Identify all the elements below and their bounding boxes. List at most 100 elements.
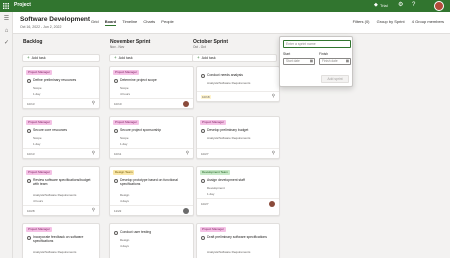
start-date-placeholder: Start date	[286, 59, 300, 63]
divider	[23, 148, 99, 149]
complete-checkbox[interactable]	[201, 179, 205, 183]
checkmark-icon[interactable]: ✓	[3, 40, 10, 47]
task-card[interactable]: Project Manager Secure core resources Sc…	[22, 116, 100, 159]
column-dates: Nov - Nov	[110, 45, 125, 49]
view-tabs: Grid Board Timeline Charts People	[91, 19, 179, 26]
due-date: 10/28	[27, 209, 35, 213]
user-avatar[interactable]	[434, 1, 444, 11]
finish-date-field[interactable]: Finish date ▦	[319, 58, 351, 65]
task-card[interactable]: Project Manager Incorporate feedback on …	[22, 223, 100, 258]
task-title: Secure project sponsorship	[120, 128, 162, 132]
complete-checkbox[interactable]	[27, 129, 31, 133]
column-dates: Oct - Oct	[193, 45, 206, 49]
tab-grid[interactable]: Grid	[91, 19, 99, 24]
task-bucket: Design	[120, 193, 130, 197]
task-title: Conduct user testing	[120, 230, 152, 234]
complete-checkbox[interactable]	[114, 79, 118, 83]
divider	[23, 98, 99, 99]
task-title: Define preliminary resources	[33, 78, 77, 82]
divider	[23, 205, 99, 206]
task-duration: 1 day	[207, 192, 215, 196]
app-title: Project	[14, 2, 31, 8]
divider	[110, 148, 193, 149]
assign-icon[interactable]: ⚲	[92, 207, 95, 213]
task-card[interactable]: Project Manager Determine project scope …	[109, 66, 194, 109]
label-tag: Project Manager	[200, 227, 227, 232]
task-bucket: Design	[120, 238, 130, 242]
label-tag: Project Manager	[200, 120, 227, 125]
add-task-button[interactable]: + Add task	[109, 54, 194, 62]
add-task-button[interactable]: + Add task	[22, 54, 100, 62]
task-card[interactable]: Project Manager Review software specific…	[22, 166, 100, 216]
assign-icon[interactable]: ⚲	[92, 150, 95, 156]
board: Backlog + Add task Project Manager Define…	[13, 35, 450, 258]
tab-people[interactable]: People	[161, 19, 173, 24]
tab-board[interactable]: Board	[104, 19, 117, 26]
task-title: Incorporate feedback on software specifi…	[33, 235, 84, 244]
due-date: 10/10	[114, 102, 122, 106]
tab-charts[interactable]: Charts	[143, 19, 155, 24]
task-card[interactable]: Project Manager Define preliminary resou…	[22, 66, 100, 109]
group-by-button[interactable]: Group by Sprint	[377, 19, 405, 24]
assignee-avatar[interactable]	[269, 201, 275, 207]
complete-checkbox[interactable]	[114, 129, 118, 133]
assignee-avatar[interactable]	[183, 208, 189, 214]
label-tag: Development Team	[200, 170, 230, 175]
complete-checkbox[interactable]	[201, 236, 205, 240]
task-bucket: Analysis/Software Requirements	[207, 81, 251, 85]
help-icon[interactable]: ?	[412, 2, 415, 9]
divider	[110, 98, 193, 99]
home-icon[interactable]: ⌂	[3, 28, 10, 35]
due-date: 10/18	[201, 95, 211, 99]
task-card[interactable]: Project Manager Secure project sponsorsh…	[109, 116, 194, 159]
calendar-icon[interactable]: ▦	[346, 59, 349, 64]
complete-checkbox[interactable]	[114, 179, 118, 183]
start-label: Start	[283, 52, 291, 56]
complete-checkbox[interactable]	[114, 231, 118, 235]
task-card[interactable]: Design Team Develop prototype based on f…	[109, 166, 194, 216]
complete-checkbox[interactable]	[27, 236, 31, 240]
assign-icon[interactable]: ⚲	[92, 100, 95, 106]
add-task-button[interactable]: + Add task	[192, 54, 277, 62]
assign-icon[interactable]: ⚲	[186, 150, 189, 156]
task-card[interactable]: Project Manager Develop preliminary budg…	[196, 116, 280, 159]
calendar-icon[interactable]: ▦	[310, 59, 313, 64]
due-date: 10/27	[201, 152, 209, 156]
menu-icon[interactable]: ☰	[3, 16, 10, 23]
members-button[interactable]: 4 Group members	[412, 19, 444, 24]
assignee-avatar[interactable]	[183, 101, 189, 107]
task-bucket: Analysis/Software Requirements	[33, 250, 77, 254]
task-card[interactable]: Development Team Assign development staf…	[196, 166, 280, 216]
task-duration: 1 day	[33, 142, 41, 146]
assign-icon[interactable]: ⚲	[272, 93, 275, 99]
divider	[197, 91, 279, 92]
label-tag: Project Manager	[113, 120, 140, 125]
complete-checkbox[interactable]	[27, 179, 31, 183]
plus-icon: +	[27, 55, 30, 60]
plan-name[interactable]: Software Development	[20, 16, 90, 23]
add-task-label: Add task	[118, 56, 133, 60]
complete-checkbox[interactable]	[201, 74, 205, 78]
start-date-field[interactable]: Start date ▦	[283, 58, 315, 65]
filters-button[interactable]: Filters (0)	[353, 19, 370, 24]
assign-icon[interactable]: ⚲	[272, 150, 275, 156]
complete-checkbox[interactable]	[27, 79, 31, 83]
due-date: 10/27	[201, 202, 209, 206]
task-card[interactable]: Project Manager Draft preliminary softwa…	[196, 223, 280, 258]
divider	[197, 198, 279, 199]
task-bucket: Scope	[120, 86, 129, 90]
task-duration: 4 days	[120, 199, 129, 203]
trial-link[interactable]: Trial	[380, 3, 388, 8]
add-sprint-button[interactable]: Add sprint	[321, 75, 349, 83]
sprint-name-input[interactable]: Enter a sprint name	[283, 40, 351, 48]
label-tag: Project Manager	[26, 170, 53, 175]
task-card[interactable]: Conduct needs analysis Analysis/Software…	[196, 66, 280, 102]
app-launcher-icon[interactable]	[3, 3, 9, 9]
finish-label: Finish	[319, 52, 329, 56]
complete-checkbox[interactable]	[201, 129, 205, 133]
tab-timeline[interactable]: Timeline	[122, 19, 137, 24]
task-card[interactable]: Conduct user testing Design 4 days	[109, 223, 194, 258]
task-bucket: Analysis/Software Requirements	[207, 136, 251, 140]
plan-header: Software Development Oct 16, 2022 - Jun …	[13, 12, 450, 34]
gear-icon[interactable]: ⚙	[398, 2, 403, 9]
